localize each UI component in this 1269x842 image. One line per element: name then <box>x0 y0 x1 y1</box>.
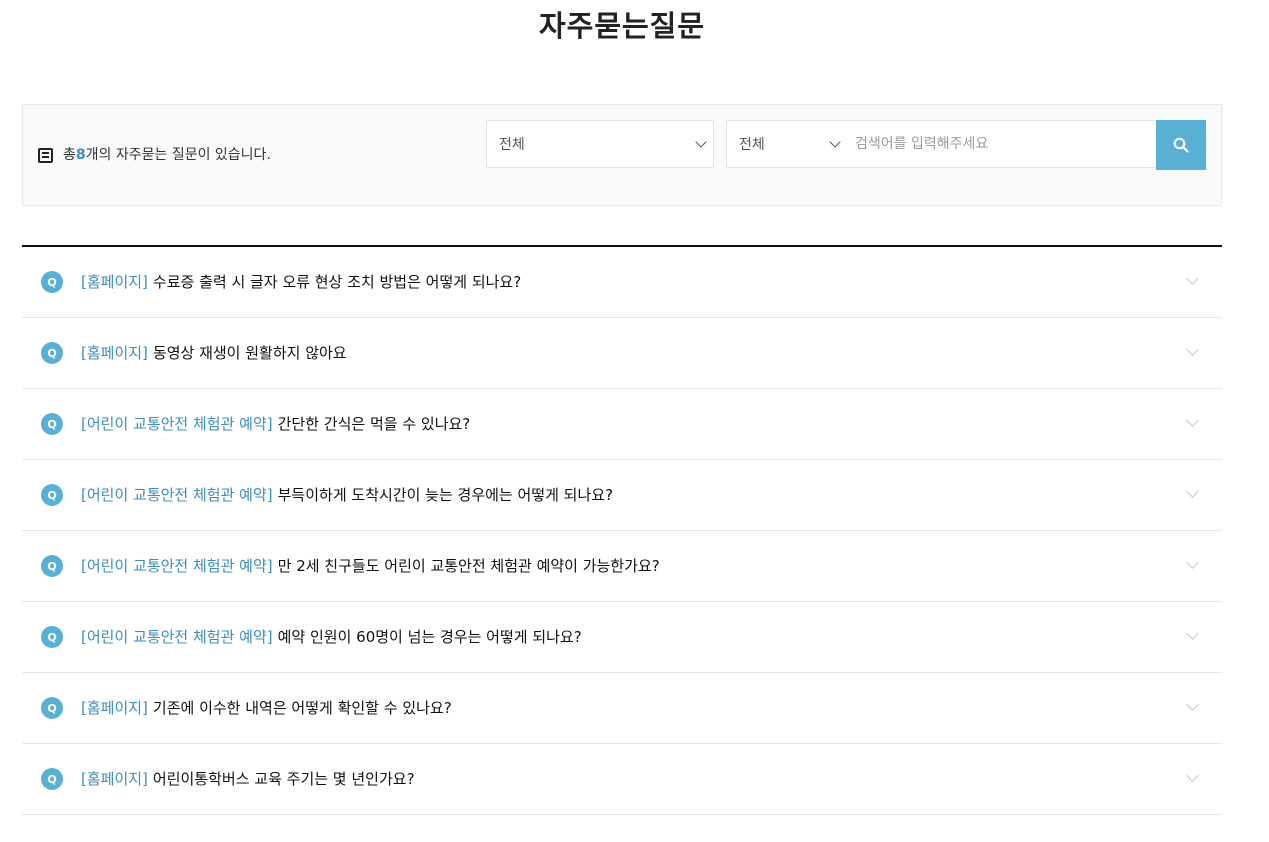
search-field-select-value: 전체 <box>739 137 765 153</box>
faq-question-text: 동영상 재생이 원활하지 않아요 <box>152 344 347 362</box>
faq-question-text: 기존에 이수한 내역은 어떻게 확인할 수 있나요? <box>152 699 452 717</box>
faq-category: [어린이 교통안전 체험관 예약] <box>81 628 273 646</box>
count-prefix: 총 <box>63 147 76 163</box>
question-badge-icon: Q <box>41 626 63 648</box>
chevron-down-icon[interactable] <box>1186 556 1199 569</box>
question-badge-icon: Q <box>41 768 63 790</box>
faq-category: [어린이 교통안전 체험관 예약] <box>81 486 273 504</box>
question-badge-icon: Q <box>41 271 63 293</box>
search-button[interactable] <box>1156 120 1206 170</box>
chevron-down-icon[interactable] <box>1186 485 1199 498</box>
chevron-down-icon <box>695 136 707 148</box>
search-input[interactable] <box>847 120 1157 168</box>
search-field-select[interactable]: 전체 <box>726 120 848 168</box>
faq-question-text: 어린이통학버스 교육 주기는 몇 년인가요? <box>152 770 415 788</box>
chevron-down-icon[interactable] <box>1186 698 1199 711</box>
question-badge-icon: Q <box>41 484 63 506</box>
question-badge-icon: Q <box>41 555 63 577</box>
faq-page: 자주묻는질문 총 8 개의 자주묻는 질문이 있습니다. 전체 전체 Q [홈 <box>0 0 1269 842</box>
question-badge-icon: Q <box>41 342 63 364</box>
faq-item[interactable]: Q [어린이 교통안전 체험관 예약] 부득이하게 도착시간이 늦는 경우에는 어… <box>22 460 1222 531</box>
search-icon <box>1173 137 1189 153</box>
faq-item[interactable]: Q [어린이 교통안전 체험관 예약] 만 2세 친구들도 어린이 교통안전 체험… <box>22 531 1222 602</box>
count-number: 8 <box>75 147 86 163</box>
faq-question: [어린이 교통안전 체험관 예약] 예약 인원이 60명이 넘는 경우는 어떻게 … <box>81 627 582 647</box>
question-badge-icon: Q <box>41 413 63 435</box>
faq-category: [홈페이지] <box>81 699 148 717</box>
faq-question: [어린이 교통안전 체험관 예약] 간단한 간식은 먹을 수 있나요? <box>81 414 470 434</box>
faq-category: [어린이 교통안전 체험관 예약] <box>81 557 273 575</box>
faq-question: [홈페이지] 동영상 재생이 원활하지 않아요 <box>81 343 347 363</box>
faq-question: [홈페이지] 수료증 출력 시 글자 오류 현상 조치 방법은 어떻게 되나요? <box>81 272 521 292</box>
faq-category: [홈페이지] <box>81 344 148 362</box>
faq-category: [어린이 교통안전 체험관 예약] <box>81 415 273 433</box>
faq-search-panel: 총 8 개의 자주묻는 질문이 있습니다. 전체 전체 <box>22 104 1222 206</box>
faq-question: [홈페이지] 기존에 이수한 내역은 어떻게 확인할 수 있나요? <box>81 698 452 718</box>
chevron-down-icon[interactable] <box>1186 343 1199 356</box>
faq-item[interactable]: Q [홈페이지] 기존에 이수한 내역은 어떻게 확인할 수 있나요? <box>22 673 1222 744</box>
count-suffix: 개의 자주묻는 질문이 있습니다. <box>85 147 271 163</box>
faq-question-text: 예약 인원이 60명이 넘는 경우는 어떻게 되나요? <box>277 628 582 646</box>
faq-question: [홈페이지] 어린이통학버스 교육 주기는 몇 년인가요? <box>81 769 415 789</box>
faq-item[interactable]: Q [어린이 교통안전 체험관 예약] 간단한 간식은 먹을 수 있나요? <box>22 389 1222 460</box>
list-icon <box>38 147 53 163</box>
faq-item[interactable]: Q [어린이 교통안전 체험관 예약] 예약 인원이 60명이 넘는 경우는 어떻… <box>22 602 1222 673</box>
chevron-down-icon[interactable] <box>1186 414 1199 427</box>
faq-question-text: 간단한 간식은 먹을 수 있나요? <box>277 415 471 433</box>
faq-question-text: 수료증 출력 시 글자 오류 현상 조치 방법은 어떻게 되나요? <box>152 273 522 291</box>
faq-count-summary: 총 8 개의 자주묻는 질문이 있습니다. <box>38 145 271 165</box>
faq-question: [어린이 교통안전 체험관 예약] 만 2세 친구들도 어린이 교통안전 체험관 … <box>81 556 660 576</box>
faq-list: Q [홈페이지] 수료증 출력 시 글자 오류 현상 조치 방법은 어떻게 되나요… <box>22 245 1222 815</box>
faq-question-text: 부득이하게 도착시간이 늦는 경우에는 어떻게 되나요? <box>277 486 614 504</box>
chevron-down-icon[interactable] <box>1186 769 1199 782</box>
page-title: 자주묻는질문 <box>538 9 706 43</box>
faq-question: [어린이 교통안전 체험관 예약] 부득이하게 도착시간이 늦는 경우에는 어떻게… <box>81 485 613 505</box>
chevron-down-icon <box>829 136 841 148</box>
category-select-value: 전체 <box>499 137 525 153</box>
faq-item[interactable]: Q [홈페이지] 동영상 재생이 원활하지 않아요 <box>22 318 1222 389</box>
faq-category: [홈페이지] <box>81 770 148 788</box>
faq-category: [홈페이지] <box>81 273 148 291</box>
chevron-down-icon[interactable] <box>1186 272 1199 285</box>
chevron-down-icon[interactable] <box>1186 627 1199 640</box>
category-select[interactable]: 전체 <box>486 120 714 168</box>
faq-item[interactable]: Q [홈페이지] 수료증 출력 시 글자 오류 현상 조치 방법은 어떻게 되나요… <box>22 247 1222 318</box>
faq-question-text: 만 2세 친구들도 어린이 교통안전 체험관 예약이 가능한가요? <box>277 557 660 575</box>
faq-item[interactable]: Q [홈페이지] 어린이통학버스 교육 주기는 몇 년인가요? <box>22 744 1222 815</box>
question-badge-icon: Q <box>41 697 63 719</box>
